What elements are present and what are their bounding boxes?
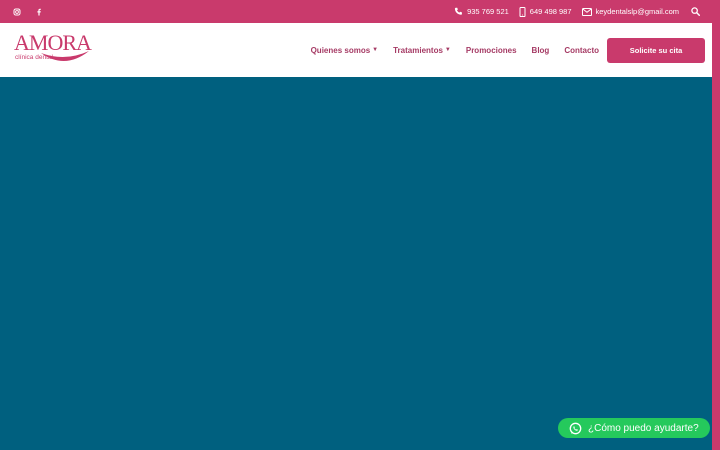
- nav-label: Contacto: [564, 45, 599, 55]
- phone-number: 935 769 521: [467, 7, 509, 16]
- chevron-down-icon: ▼: [372, 47, 379, 53]
- mobile-contact[interactable]: 649 498 987: [519, 6, 572, 17]
- scrollbar[interactable]: [712, 0, 720, 450]
- nav-label: Quienes somos: [310, 45, 371, 55]
- social-links: [11, 5, 45, 17]
- facebook-icon[interactable]: [33, 5, 45, 17]
- search-icon: [691, 7, 700, 16]
- top-bar: 935 769 521 649 498 987 keydentalslp@gma…: [0, 0, 712, 23]
- nav-label: Promociones: [465, 45, 517, 55]
- nav-item-quienes-somos[interactable]: Quienes somos ▼: [311, 46, 379, 55]
- book-appointment-button[interactable]: Solicite su cita: [607, 38, 705, 63]
- mobile-number: 649 498 987: [529, 7, 572, 16]
- whatsapp-icon: [569, 422, 582, 434]
- main-nav: Quienes somos ▼ Tratamientos ▼ Promocion…: [311, 23, 599, 77]
- nav-item-blog[interactable]: Blog: [532, 46, 550, 55]
- whatsapp-label: ¿Cómo puedo ayudarte?: [588, 422, 699, 434]
- phone-icon: [454, 7, 462, 15]
- logo[interactable]: AMORA clínica dental: [14, 32, 92, 70]
- email-contact[interactable]: keydentalslp@gmail.com: [581, 7, 679, 16]
- mobile-icon: [519, 6, 526, 17]
- phone-contact[interactable]: 935 769 521: [454, 7, 509, 16]
- contact-info: 935 769 521 649 498 987 keydentalslp@gma…: [444, 0, 700, 23]
- nav-label: Tratamientos: [393, 45, 443, 55]
- envelope-icon: [581, 7, 592, 16]
- instagram-icon[interactable]: [11, 5, 23, 17]
- email-address: keydentalslp@gmail.com: [595, 7, 679, 16]
- chevron-down-icon: ▼: [444, 47, 451, 53]
- nav-label: Blog: [531, 45, 550, 55]
- nav-item-promociones[interactable]: Promociones: [466, 46, 517, 55]
- hero-section: [0, 77, 712, 450]
- smile-swoosh-icon: [41, 51, 89, 62]
- nav-item-tratamientos[interactable]: Tratamientos ▼: [393, 46, 451, 55]
- search-button[interactable]: [691, 7, 700, 16]
- nav-item-contacto[interactable]: Contacto: [564, 46, 599, 55]
- site-header: AMORA clínica dental Quienes somos ▼ Tra…: [0, 23, 712, 77]
- whatsapp-chat-button[interactable]: ¿Cómo puedo ayudarte?: [558, 418, 710, 438]
